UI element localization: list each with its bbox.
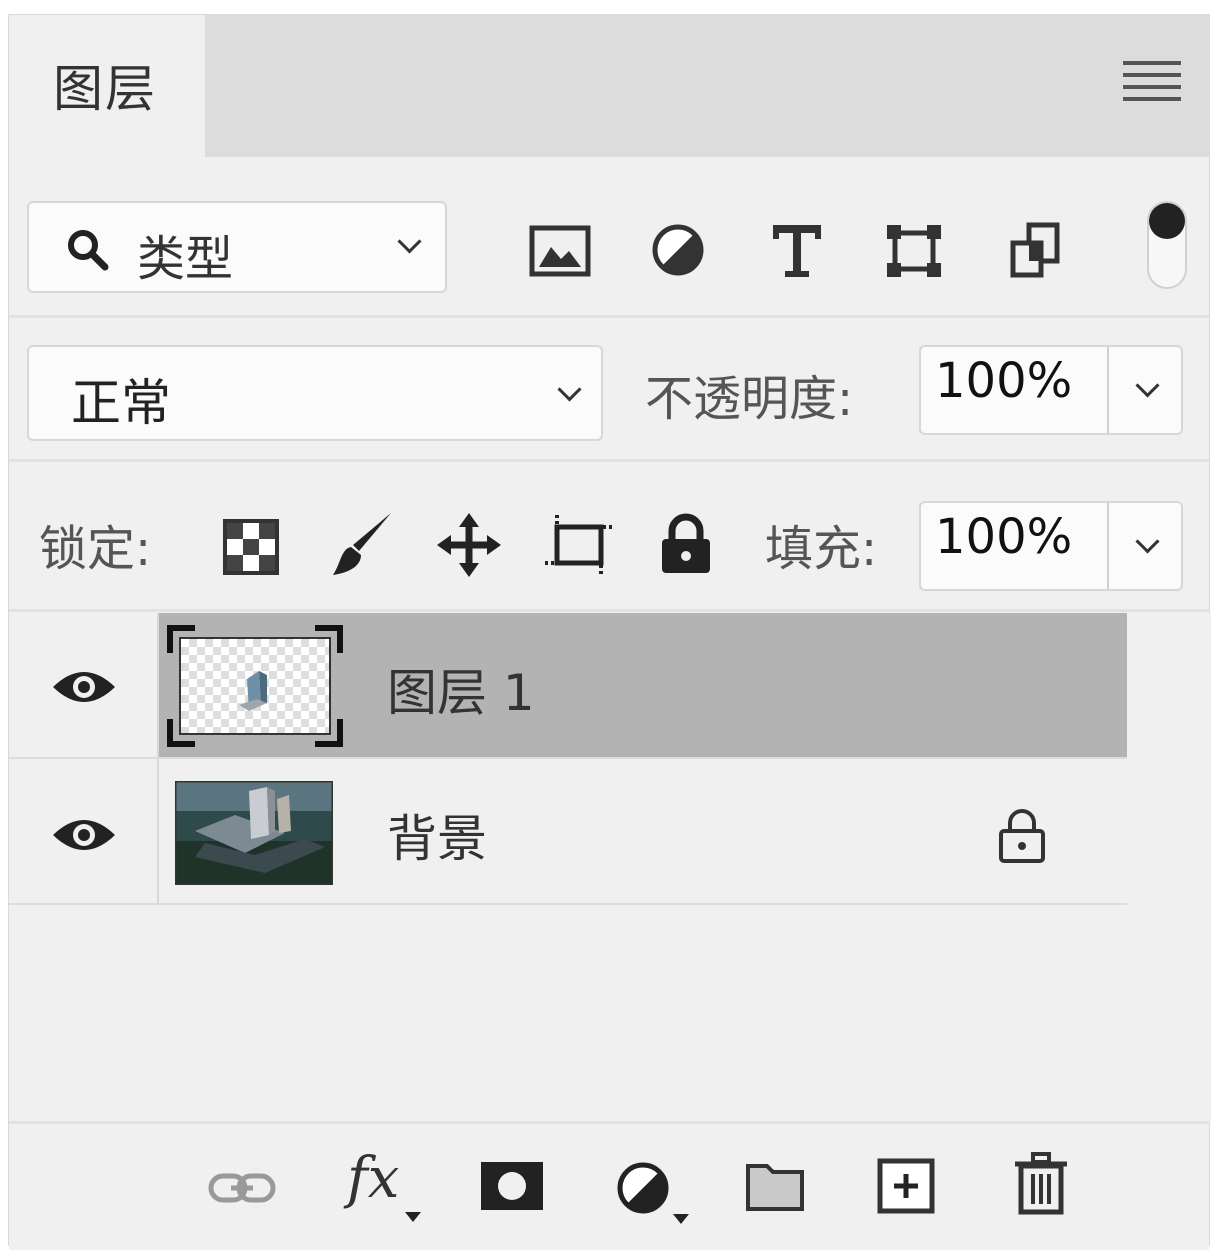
- filter-row: 类型: [9, 157, 1209, 317]
- blend-row: 正常 不透明度: 100%: [9, 319, 1209, 459]
- divider: [9, 459, 1209, 462]
- filter-kind-label: 类型: [137, 231, 234, 287]
- dropdown-triangle-icon: [673, 1214, 689, 1224]
- layer-row-background[interactable]: 背景: [9, 759, 1127, 903]
- layers-list: 图层 1 背景: [9, 613, 1211, 1123]
- search-icon: [68, 230, 109, 271]
- filter-toggle[interactable]: [1147, 201, 1187, 289]
- half-circle-icon: [617, 1162, 669, 1214]
- divider: [9, 903, 1127, 905]
- lock-position-icon[interactable]: [437, 513, 501, 577]
- chevron-down-icon: [557, 377, 582, 402]
- blend-mode-value: 正常: [71, 374, 171, 432]
- divider: [157, 759, 159, 903]
- shape-filter-icon[interactable]: [885, 223, 943, 279]
- opacity-label: 不透明度:: [645, 371, 854, 427]
- lock-image-pixels-icon[interactable]: [331, 509, 395, 581]
- layers-panel: 图层 类型 正常 不透明度: 100% 锁定: 填充: 100% 图层 1 背景…: [8, 14, 1211, 1250]
- adjustment-layer-icon[interactable]: [615, 1160, 695, 1232]
- hamburger-menu-icon[interactable]: [1123, 61, 1181, 105]
- lock-label: 锁定:: [39, 521, 152, 577]
- new-group-icon[interactable]: [745, 1160, 805, 1212]
- opacity-input[interactable]: 100%: [919, 345, 1183, 435]
- lock-all-icon[interactable]: [659, 513, 713, 575]
- fill-label: 填充:: [765, 521, 878, 577]
- fill-input[interactable]: 100%: [919, 501, 1183, 591]
- layer-name[interactable]: 背景: [387, 799, 487, 871]
- layer-locked-icon[interactable]: [997, 807, 1047, 863]
- fx-text: fx: [347, 1146, 400, 1211]
- fx-icon[interactable]: fx: [347, 1146, 427, 1226]
- image-filter-icon[interactable]: [529, 225, 591, 277]
- delete-icon[interactable]: [1013, 1152, 1069, 1216]
- chevron-down-icon[interactable]: [1135, 529, 1160, 554]
- building-thumbnail-icon: [239, 671, 267, 711]
- blend-mode-dropdown[interactable]: 正常: [27, 345, 603, 441]
- dropdown-triangle-icon: [405, 1212, 421, 1222]
- toggle-knob: [1149, 203, 1185, 239]
- divider: [1107, 503, 1109, 589]
- layer-thumbnail-transparent: [179, 637, 331, 735]
- visibility-eye-icon[interactable]: [51, 667, 117, 707]
- lock-artboard-icon[interactable]: [545, 513, 615, 577]
- text-filter-icon[interactable]: [769, 221, 825, 279]
- adjustment-filter-icon[interactable]: [651, 223, 705, 277]
- divider: [157, 613, 159, 757]
- divider: [9, 315, 1209, 318]
- tab-layers-label: 图层: [53, 60, 157, 118]
- filter-kind-dropdown[interactable]: 类型: [27, 201, 447, 293]
- add-mask-icon[interactable]: [481, 1162, 543, 1210]
- layer-row-layer-1[interactable]: 图层 1: [9, 613, 1127, 757]
- smart-object-filter-icon[interactable]: [1007, 221, 1063, 279]
- lock-row: 锁定: 填充: 100%: [9, 463, 1209, 609]
- divider: [9, 609, 1209, 612]
- tab-layers[interactable]: 图层: [9, 15, 205, 157]
- layer-thumbnail-frame[interactable]: [167, 625, 343, 747]
- layers-footer-toolbar: fx: [9, 1121, 1209, 1250]
- fill-value: 100%: [935, 509, 1073, 565]
- new-layer-icon[interactable]: [877, 1158, 935, 1214]
- link-layers-icon[interactable]: [207, 1168, 277, 1208]
- panel-tab-bar: 图层: [9, 15, 1209, 157]
- opacity-value: 100%: [935, 353, 1073, 409]
- visibility-eye-icon[interactable]: [51, 815, 117, 855]
- background-thumbnail[interactable]: [175, 781, 333, 885]
- layer-name[interactable]: 图层 1: [387, 653, 535, 725]
- chevron-down-icon: [397, 229, 422, 254]
- chevron-down-icon[interactable]: [1135, 373, 1160, 398]
- lock-transparent-pixels-icon[interactable]: [223, 519, 279, 575]
- divider: [1107, 347, 1109, 433]
- layers-scroll-gutter[interactable]: [1127, 613, 1211, 1123]
